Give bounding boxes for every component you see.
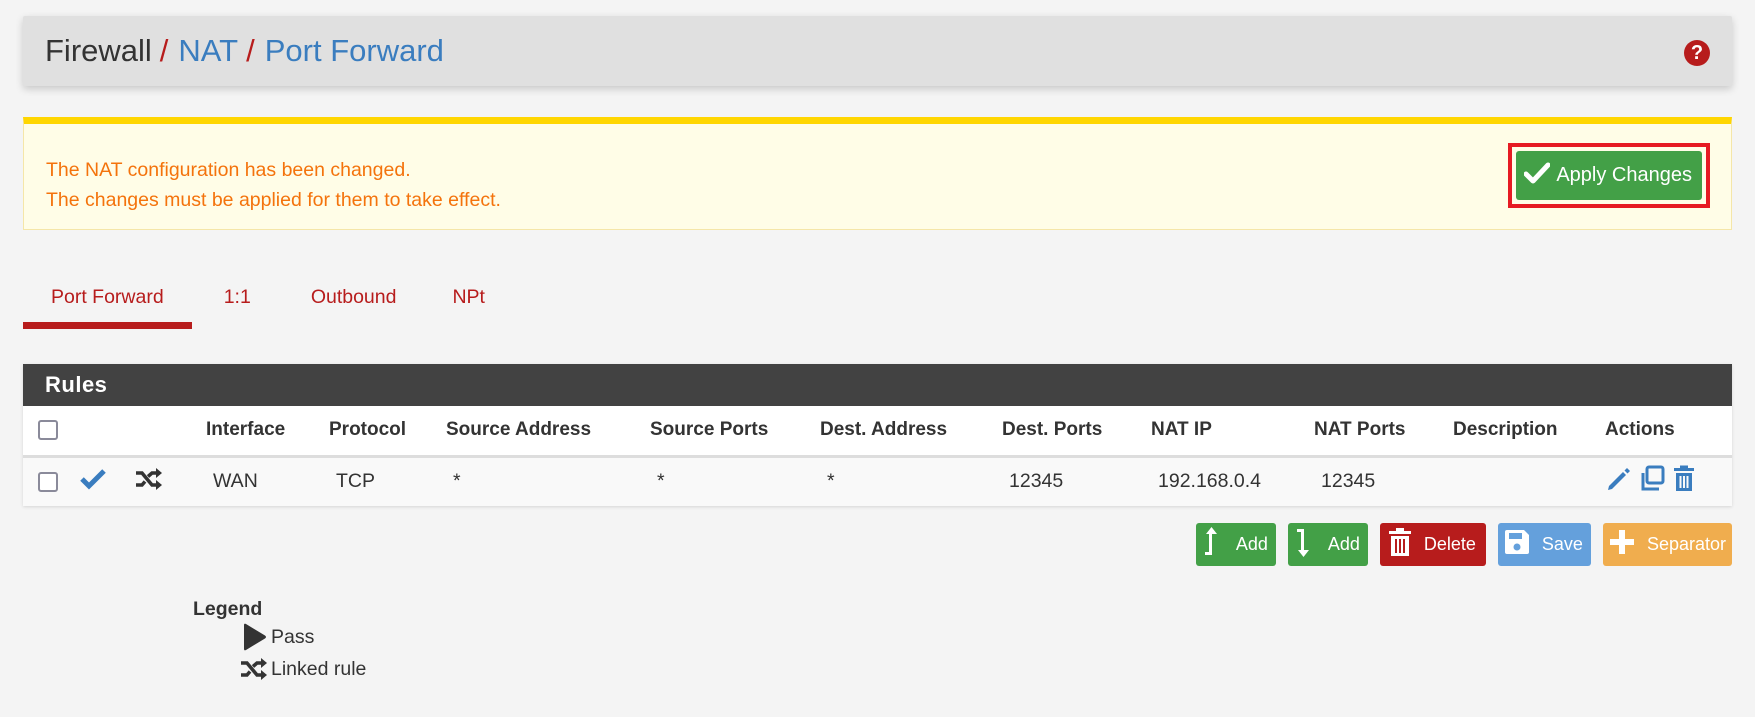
cell-dest-address: *	[820, 456, 1002, 506]
changes-alert: The NAT configuration has been changed. …	[23, 117, 1732, 230]
legend-title: Legend	[193, 598, 263, 620]
add-top-label: Add	[1235, 534, 1268, 554]
cell-nat-ip: 192.168.0.4	[1151, 456, 1314, 506]
delete-button[interactable]: Delete	[1379, 523, 1486, 566]
apply-changes-highlight: Apply Changes	[1508, 143, 1710, 208]
help-icon[interactable]: ?	[1684, 40, 1710, 66]
row-select-cell	[23, 456, 79, 506]
col-protocol[interactable]: Protocol	[329, 406, 446, 458]
col-dest-ports[interactable]: Dest. Ports	[1002, 406, 1151, 458]
rules-table: Interface Protocol Source Address Source…	[23, 406, 1732, 506]
breadcrumb-port-forward-link[interactable]: Port Forward	[265, 33, 444, 69]
breadcrumb-nat-link[interactable]: NAT	[178, 33, 238, 69]
alert-message: The NAT configuration has been changed. …	[46, 155, 501, 215]
check-icon[interactable]	[79, 467, 107, 497]
random-linked-icon	[135, 467, 163, 497]
cell-actions	[1605, 456, 1732, 506]
legend-label-linked-rule: Linked rule	[271, 657, 367, 680]
col-source-ports[interactable]: Source Ports	[650, 406, 820, 458]
add-top-button[interactable]: Add	[1195, 523, 1276, 566]
col-nat-ports[interactable]: NAT Ports	[1314, 406, 1453, 458]
cell-nat-ports: 12345	[1314, 456, 1453, 506]
cell-protocol: TCP	[329, 456, 446, 506]
trash-icon[interactable]	[1672, 465, 1696, 499]
col-dest-address[interactable]: Dest. Address	[820, 406, 1002, 458]
type-header	[135, 406, 206, 458]
cell-source-ports: *	[650, 456, 820, 506]
add-separator-button[interactable]: Separator	[1602, 523, 1732, 566]
col-nat-ip[interactable]: NAT IP	[1151, 406, 1314, 458]
row-type-cell	[135, 456, 206, 506]
level-down-icon	[1294, 526, 1316, 563]
row-status-cell	[79, 456, 135, 506]
col-interface[interactable]: Interface	[206, 406, 329, 458]
nat-tabs: Port Forward 1:1 Outbound NPt	[23, 280, 513, 329]
rule-actions-bar: Add Add Delete Save Separator	[1195, 523, 1732, 566]
save-button[interactable]: Save	[1497, 523, 1591, 566]
cell-dest-ports: 12345	[1002, 456, 1151, 506]
col-source-address[interactable]: Source Address	[446, 406, 650, 458]
col-actions: Actions	[1605, 406, 1732, 458]
breadcrumb-root: Firewall	[45, 33, 152, 68]
cell-description	[1453, 456, 1605, 506]
rules-panel: Rules Interface Protocol Source Address …	[23, 364, 1732, 506]
select-all-header	[23, 406, 79, 458]
table-header-row: Interface Protocol Source Address Source…	[23, 406, 1732, 458]
page-header: Firewall / NAT / Port Forward ?	[23, 16, 1732, 86]
delete-label: Delete	[1423, 534, 1476, 554]
select-all-checkbox[interactable]	[38, 420, 58, 441]
legend-label-pass: Pass	[271, 625, 315, 648]
status-header	[79, 406, 135, 458]
floppy-disk-icon	[1504, 529, 1530, 560]
cell-source-address: *	[446, 456, 650, 506]
tab-port-forward[interactable]: Port Forward	[23, 280, 192, 329]
legend: Legend Pass Linked rule	[193, 598, 366, 685]
table-row[interactable]: WAN TCP * * * 12345 192.168.0.4 12345	[23, 456, 1732, 506]
alert-line-1: The NAT configuration has been changed.	[46, 159, 411, 181]
plus-icon	[1609, 529, 1635, 560]
breadcrumb-separator: /	[159, 33, 169, 68]
copy-icon[interactable]	[1638, 465, 1666, 499]
legend-item-pass: Pass	[193, 621, 366, 653]
level-up-icon	[1202, 526, 1224, 563]
cell-interface: WAN	[206, 456, 329, 506]
apply-changes-button[interactable]: Apply Changes	[1516, 151, 1702, 200]
breadcrumb-separator: /	[246, 33, 255, 68]
tab-npt[interactable]: NPt	[424, 280, 513, 329]
check-icon	[1523, 162, 1551, 190]
apply-changes-label: Apply Changes	[1556, 164, 1692, 186]
separator-label: Separator	[1646, 534, 1726, 554]
row-checkbox[interactable]	[38, 472, 58, 493]
panel-title: Rules	[23, 364, 1732, 406]
alert-line-2: The changes must be applied for them to …	[46, 189, 501, 211]
tab-outbound[interactable]: Outbound	[283, 280, 425, 329]
save-label: Save	[1541, 534, 1583, 554]
breadcrumb: Firewall / NAT / Port Forward	[45, 33, 444, 69]
legend-item-linked-rule: Linked rule	[193, 653, 366, 685]
tab-one-to-one[interactable]: 1:1	[192, 280, 283, 329]
edit-pencil-icon[interactable]	[1605, 465, 1633, 499]
add-bottom-button[interactable]: Add	[1287, 523, 1368, 566]
add-bottom-label: Add	[1327, 534, 1360, 554]
col-description[interactable]: Description	[1453, 406, 1605, 458]
trash-icon	[1388, 527, 1412, 562]
